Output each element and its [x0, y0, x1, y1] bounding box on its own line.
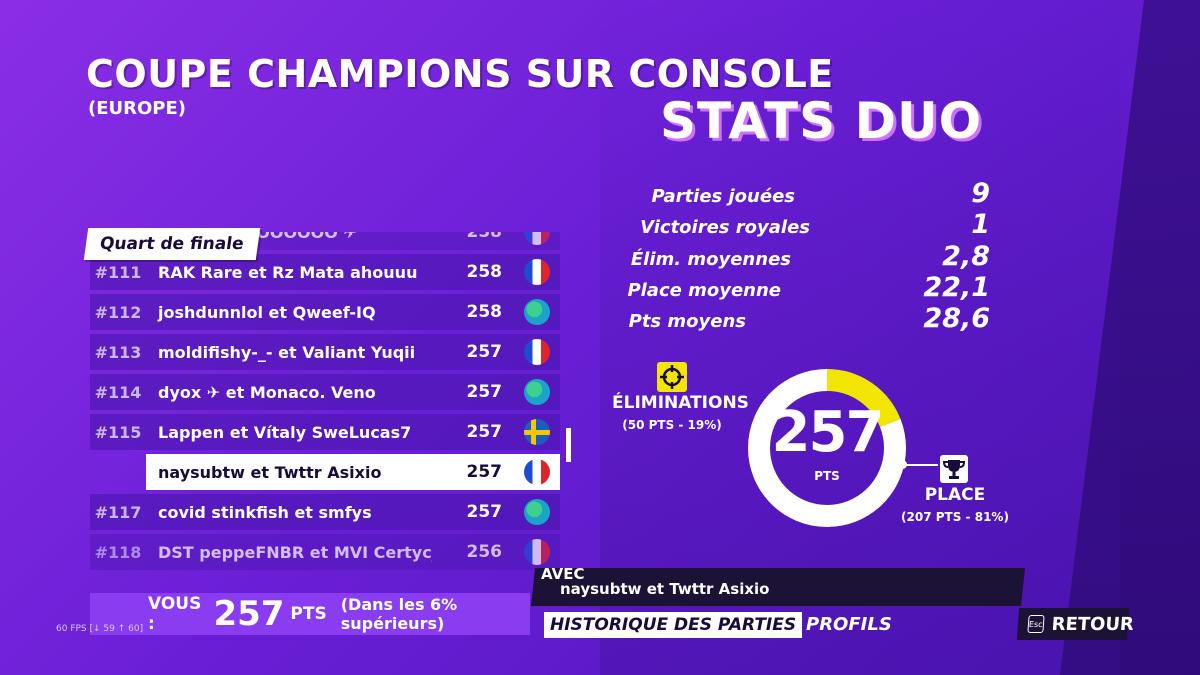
esc-key-icon: Esc [1027, 615, 1045, 633]
row-score: 256 [466, 542, 503, 562]
your-score-bar: VOUS : 257 PTS (Dans les 6% supérieurs) [90, 593, 530, 635]
tab-profiles[interactable]: PROFILS [806, 614, 892, 635]
table-row[interactable]: #116naysubtw et Twttr Asixio257 [146, 454, 560, 490]
table-row[interactable]: #114 dyox ✈ et Monaco. Veno 257 [90, 374, 560, 410]
donut-total: 257 [771, 400, 885, 465]
your-score-label: VOUS : [148, 594, 202, 634]
flag-icon [524, 499, 550, 525]
table-row[interactable]: #112 joshdunnlol et Qweef-IQ 258 [90, 294, 560, 330]
flag-icon [524, 232, 550, 245]
flag-icon [524, 539, 550, 565]
row-rank: #118 [94, 542, 142, 562]
connector-line [902, 464, 938, 466]
stats-title: STATS DUO [660, 92, 983, 150]
tab-match-history[interactable]: HISTORIQUE DES PARTIES [544, 612, 803, 638]
row-team-names: naysubtw et Twttr Asixio [158, 462, 382, 482]
row-team-names: RAK Rare et Rz Mata ahouuu [158, 262, 418, 282]
row-score: 258 [466, 232, 503, 242]
row-team-names: covid stinkfish et smfys [158, 502, 372, 522]
stat-label-wins: Victoires royales [640, 217, 810, 238]
place-detail: (207 PTS - 81%) [901, 510, 1009, 524]
row-rank: #113 [94, 342, 142, 362]
stat-label-avg-points: Pts moyens [628, 311, 746, 332]
stat-label-games: Parties jouées [651, 186, 795, 207]
stat-value-avg-elims: 2,8 [942, 241, 990, 272]
row-score: 257 [466, 382, 503, 402]
flag-icon [524, 459, 550, 485]
leaderboard: SMG LMAOOOOOOO ✈258#111RAK Rare et Rz Ma… [90, 232, 560, 588]
row-team-names: dyox ✈ et Monaco. Veno [158, 382, 376, 402]
row-score: 258 [466, 302, 503, 322]
place-label: PLACE [924, 485, 986, 505]
page-subtitle: (EUROPE) [88, 98, 187, 119]
leaderboard-scrollbar[interactable] [566, 428, 571, 462]
stat-label-avg-place: Place moyenne [627, 280, 781, 301]
stat-value-wins: 1 [971, 209, 990, 240]
row-rank: #115 [94, 422, 142, 442]
row-team-names: joshdunnlol et Qweef-IQ [158, 302, 376, 322]
flag-icon [524, 339, 550, 365]
stat-value-avg-place: 22,1 [923, 272, 990, 303]
back-button-label: RETOUR [1050, 613, 1135, 635]
stat-value-games: 9 [971, 178, 990, 209]
eliminations-label: ÉLIMINATIONS [612, 393, 749, 413]
stat-value-avg-points: 28,6 [923, 303, 990, 334]
row-rank: #112 [94, 302, 142, 322]
flag-icon [524, 379, 550, 405]
back-button[interactable]: Esc RETOUR [1016, 608, 1135, 640]
row-score: 258 [466, 262, 503, 282]
table-row[interactable]: #118 DST peppeFNBR et MVI Certyc_HEHE 256 [90, 534, 560, 570]
table-row[interactable]: #115 Lappen et Vítaly SweLucas7 257 [90, 414, 560, 450]
crosshair-icon [657, 362, 687, 392]
donut-total-unit: PTS [814, 469, 840, 483]
row-team-names: DST peppeFNBR et MVI Certyc_HEHE [158, 542, 432, 562]
eliminations-detail: (50 PTS - 19%) [622, 418, 722, 432]
your-score-points: 257 [213, 594, 285, 634]
trophy-icon [940, 455, 968, 483]
row-team-names: Lappen et Vítaly SweLucas7 [158, 422, 412, 442]
row-rank: #114 [94, 382, 142, 402]
row-score: 257 [466, 422, 503, 442]
flag-icon [524, 419, 550, 445]
row-rank: #111 [94, 262, 142, 282]
row-score: 257 [466, 342, 503, 362]
row-score: 257 [466, 502, 503, 522]
row-team-names: moldifishy-_- et Valiant Yuqii [158, 342, 416, 362]
page-title: COUPE CHAMPIONS SUR CONSOLE [86, 52, 834, 96]
stat-label-avg-elims: Élim. moyennes [630, 249, 791, 270]
row-rank: #117 [94, 502, 142, 522]
table-row[interactable]: #117 covid stinkfish et smfys 257 [90, 494, 560, 530]
flag-icon [524, 259, 550, 285]
fps-counter: 60 FPS [↓ 59 ↑ 60] [56, 624, 144, 634]
row-score: 257 [466, 462, 503, 482]
table-row[interactable]: #113 moldifishy-_- et Valiant Yuqii 257 [90, 334, 560, 370]
round-tab[interactable]: Quart de finale [83, 228, 260, 260]
teammate-names: naysubtw et Twttr Asixio [560, 580, 770, 598]
your-score-points-unit: PTS [290, 604, 327, 624]
your-score-percentile: (Dans les 6% supérieurs) [340, 595, 458, 633]
